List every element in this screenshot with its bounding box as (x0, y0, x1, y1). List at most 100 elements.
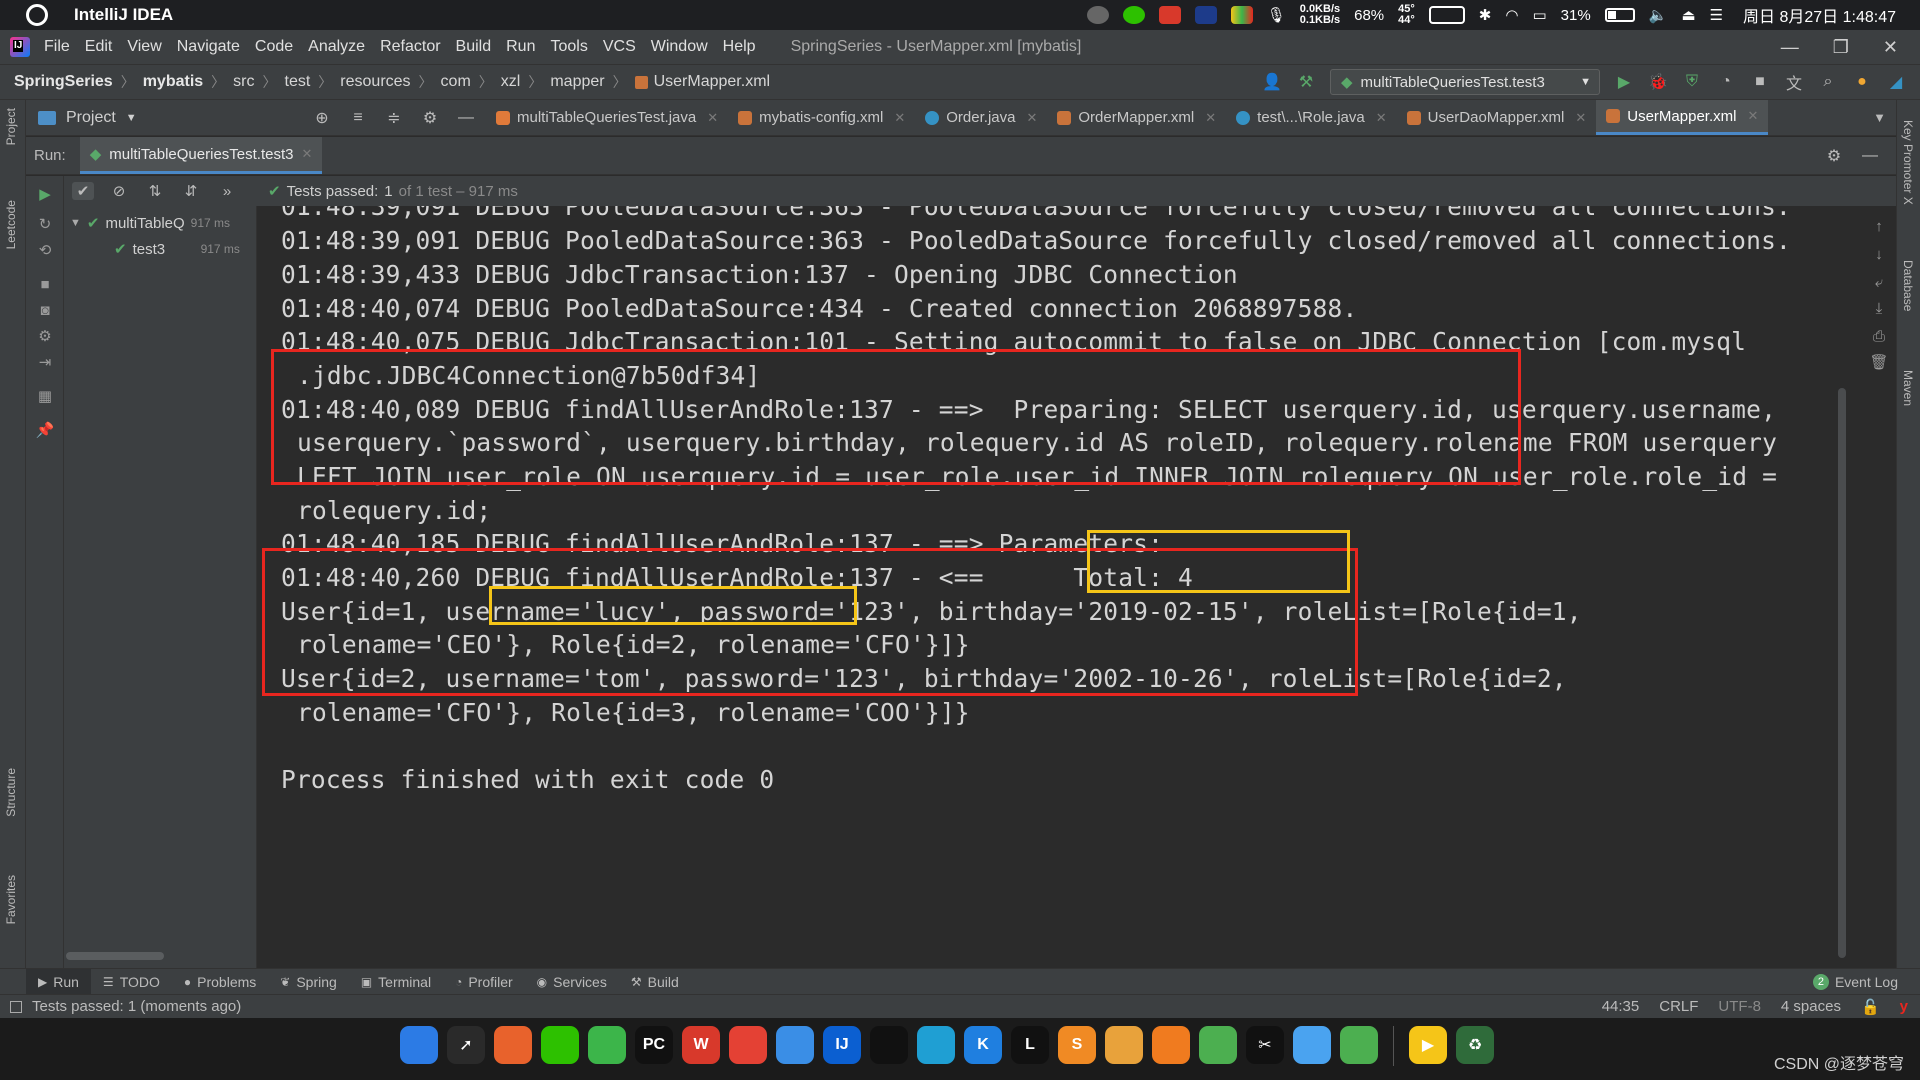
menu-file[interactable]: File (44, 38, 70, 56)
dock-safari-icon[interactable] (776, 1026, 814, 1064)
tool-window-run[interactable]: ▶ Run (26, 969, 91, 994)
hide-icon[interactable]: — (456, 108, 476, 128)
settings-gear-icon[interactable]: ⚙ (1824, 146, 1844, 166)
console-output[interactable]: 01:48:39,091 DEBUG PooledDataSource:363 … (257, 206, 1862, 968)
control-center-icon[interactable]: ☰ (1710, 6, 1723, 24)
tool-tab-favorites[interactable]: Favorites (4, 875, 18, 924)
dock-finder-icon[interactable] (400, 1026, 438, 1064)
line-separator[interactable]: CRLF (1659, 998, 1698, 1015)
tab-multitablequeriestest[interactable]: multiTableQueriesTest.java ✕ (486, 100, 728, 135)
close-icon[interactable]: ✕ (1026, 110, 1037, 126)
build-hammer-icon[interactable]: ⚒ (1296, 72, 1316, 92)
dock-klack-icon[interactable]: K (964, 1026, 1002, 1064)
colorful-app-icon[interactable] (1230, 6, 1253, 24)
memory-usage[interactable]: 68% (1354, 7, 1384, 24)
menu-build[interactable]: Build (456, 38, 492, 56)
dock-capcut-icon[interactable]: ✂ (1246, 1026, 1284, 1064)
camera-icon[interactable]: ◙ (35, 300, 55, 320)
close-icon[interactable]: ✕ (1883, 37, 1898, 58)
dock-player-icon[interactable]: ▶ (1409, 1026, 1447, 1064)
breadcrumb-item[interactable]: SpringSeries (14, 73, 113, 91)
settings-gear-icon[interactable]: ⚙ (420, 108, 440, 128)
menu-analyze[interactable]: Analyze (308, 38, 365, 56)
battery-icon[interactable] (1604, 8, 1635, 22)
cpu-graph-icon[interactable] (1428, 6, 1465, 24)
lock-icon[interactable]: 🔓 (1861, 998, 1880, 1016)
file-encoding[interactable]: UTF-8 (1718, 998, 1761, 1015)
tool-window-event-log[interactable]: 2 Event Log (1801, 969, 1920, 994)
dock-maps-icon[interactable] (1199, 1026, 1237, 1064)
breadcrumb-item[interactable]: com (441, 73, 471, 91)
breadcrumb-item[interactable]: UserMapper.xml (634, 73, 770, 91)
arrow-up-icon[interactable]: ↑ (1869, 216, 1889, 236)
print-icon[interactable]: ⎙ (1869, 326, 1889, 346)
tab-ordermapper-xml[interactable]: OrderMapper.xml ✕ (1047, 100, 1226, 135)
dock-search-icon[interactable] (1152, 1026, 1190, 1064)
tool-windows-toggle-icon[interactable] (10, 1000, 22, 1013)
menu-vcs[interactable]: VCS (603, 38, 636, 56)
tool-tab-database[interactable]: Database (1901, 260, 1915, 311)
collapse-all-icon[interactable]: ≑ (384, 108, 404, 128)
tab-usermapper-xml[interactable]: UserMapper.xml ✕ (1596, 100, 1769, 135)
search-icon[interactable]: ⌕ (1818, 72, 1838, 92)
arrow-down-icon[interactable]: ↓ (1869, 244, 1889, 264)
chevron-down-icon[interactable]: ▼ (1863, 110, 1896, 125)
profile-icon[interactable]: ◔ (1716, 72, 1736, 92)
layout-icon[interactable]: ▦ (35, 386, 55, 406)
soft-wrap-icon[interactable]: ⤶ (1869, 272, 1889, 292)
chevron-down-icon[interactable]: ▼ (70, 217, 81, 229)
dock-wechat-icon[interactable] (541, 1026, 579, 1064)
run-icon[interactable]: ▶ (1614, 72, 1634, 92)
vertical-scrollbar[interactable] (1838, 388, 1846, 958)
tool-window-build[interactable]: ⚒ Build (619, 969, 691, 994)
debug-icon[interactable]: 🐞 (1648, 72, 1668, 92)
dock-pycharm-icon[interactable]: PC (635, 1026, 673, 1064)
volume-icon[interactable]: 🔈 (1649, 6, 1668, 24)
tab-role-java[interactable]: test\...\Role.java ✕ (1226, 100, 1396, 135)
settings-gear-icon[interactable]: ⚙ (35, 326, 55, 346)
project-panel-title[interactable]: Project (66, 109, 116, 127)
rerun-failed-icon[interactable]: ↻ (35, 214, 55, 234)
menu-code[interactable]: Code (255, 38, 293, 56)
status-message[interactable]: Tests passed: 1 (moments ago) (32, 998, 241, 1015)
active-app-name[interactable]: IntelliJ IDEA (74, 5, 173, 25)
menu-edit[interactable]: Edit (85, 38, 113, 56)
dock-launchpad-icon[interactable]: ➚ (447, 1026, 485, 1064)
dock-evernote-icon[interactable] (588, 1026, 626, 1064)
close-icon[interactable]: ✕ (1205, 110, 1216, 126)
trash-icon[interactable]: 🗑 (1869, 352, 1889, 372)
breadcrumb-item[interactable]: resources (340, 73, 410, 91)
close-icon[interactable]: ✕ (707, 110, 718, 126)
pin-icon[interactable]: 📌 (35, 420, 55, 440)
tool-window-todo[interactable]: ☰ TODO (91, 969, 172, 994)
breadcrumb-item[interactable]: test (285, 73, 311, 91)
sort-alpha-icon[interactable]: ⇅ (144, 182, 166, 200)
dock-office-icon[interactable] (1105, 1026, 1143, 1064)
tool-window-problems[interactable]: ● Problems (172, 969, 268, 994)
hide-icon[interactable]: — (1860, 146, 1880, 166)
chevron-down-icon[interactable]: ▼ (126, 112, 137, 124)
toggle-auto-test-icon[interactable]: ⟲ (35, 240, 55, 260)
eject-icon[interactable]: ⏏ (1681, 6, 1695, 24)
close-icon[interactable]: ✕ (1376, 110, 1387, 126)
stop-icon[interactable]: ■ (35, 274, 55, 294)
tool-window-services[interactable]: ◉ Services (525, 969, 619, 994)
avatar-icon[interactable] (1086, 6, 1109, 24)
dock-l-icon[interactable]: L (1011, 1026, 1049, 1064)
wechat-icon[interactable] (1122, 6, 1145, 24)
translate-icon[interactable]: 文 (1784, 72, 1804, 93)
tool-tab-maven[interactable]: Maven (1901, 370, 1915, 406)
dock-sublime-icon[interactable]: S (1058, 1026, 1096, 1064)
more-icon[interactable]: » (216, 183, 238, 200)
caret-position[interactable]: 44:35 (1602, 998, 1640, 1015)
microphone-icon[interactable]: 🎙 (1267, 6, 1286, 24)
dock-firefox-icon[interactable] (494, 1026, 532, 1064)
export-icon[interactable]: ⇥ (35, 352, 55, 372)
dock-chrome-icon[interactable] (729, 1026, 767, 1064)
dock-frog-icon[interactable] (1340, 1026, 1378, 1064)
dock-intellij-icon[interactable]: IJ (823, 1026, 861, 1064)
tool-window-terminal[interactable]: ▣ Terminal (349, 969, 443, 994)
monitor-icon[interactable] (1194, 6, 1217, 24)
horizontal-scrollbar[interactable] (66, 952, 164, 960)
indent-setting[interactable]: 4 spaces (1781, 998, 1841, 1015)
